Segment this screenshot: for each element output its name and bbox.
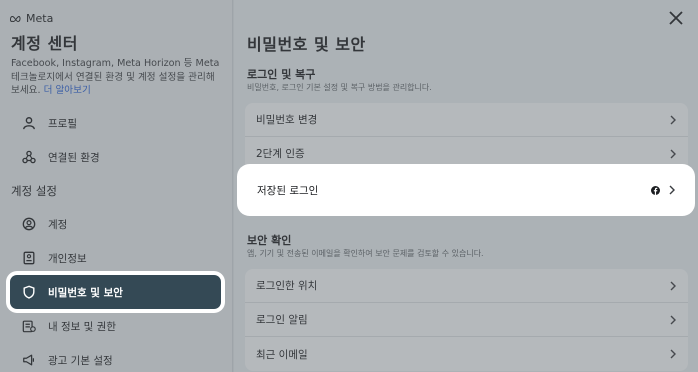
info-icon — [22, 320, 36, 333]
page-title: 비밀번호 및 보안 — [247, 35, 366, 54]
sidebar-item-ad-preferences[interactable]: 광고 기본 설정 — [10, 343, 221, 372]
security-check-card: 로그인한 위치 로그인 알림 최근 이메일 — [245, 269, 688, 371]
login-recovery-subtitle: 비밀번호, 로그인 기본 설정 및 복구 방법을 관리합니다. — [247, 83, 432, 92]
sidebar-item-account[interactable]: 계정 — [10, 207, 221, 241]
row-label: 로그인한 위치 — [256, 280, 318, 292]
section-label-account-settings: 계정 설정 — [11, 184, 57, 198]
close-icon[interactable] — [669, 11, 683, 25]
sidebar-item-info-permissions[interactable]: 내 정보 및 권한 — [10, 309, 221, 343]
facebook-icon — [651, 185, 660, 195]
login-locations-row[interactable]: 로그인한 위치 — [245, 269, 688, 303]
sidebar-description-text: Facebook, Instagram, Meta Horizon 등 Meta… — [11, 58, 220, 96]
sidebar-item-label: 광고 기본 설정 — [48, 354, 113, 367]
two-factor-row[interactable]: 2단계 인증 — [245, 137, 688, 171]
sidebar-item-password-security[interactable]: 비밀번호 및 보안 — [10, 275, 221, 309]
security-check-title: 보안 확인 — [247, 234, 292, 247]
shield-icon — [23, 285, 35, 299]
chevron-right-icon — [670, 115, 676, 124]
chevron-right-icon — [670, 281, 676, 290]
security-check-subtitle: 앱, 기기 및 전송된 이메일을 확인하여 보안 문제를 검토할 수 있습니다. — [247, 249, 484, 258]
row-label: 2단계 인증 — [256, 148, 305, 160]
sidebar-item-label: 프로필 — [48, 117, 77, 130]
person-icon — [23, 117, 35, 130]
learn-more-link[interactable]: 더 알아보기 — [44, 85, 91, 96]
sidebar-item-profile[interactable]: 프로필 — [10, 106, 221, 140]
sidebar-item-personal-info[interactable]: 개인정보 — [10, 241, 221, 275]
sidebar-item-label: 내 정보 및 권한 — [48, 320, 116, 333]
account-icon — [22, 217, 36, 231]
login-recovery-title: 로그인 및 복구 — [247, 68, 316, 81]
sidebar-item-label: 연결된 환경 — [48, 151, 100, 164]
chevron-right-icon — [670, 315, 676, 324]
sidebar-item-label: 비밀번호 및 보안 — [48, 286, 123, 299]
id-card-icon — [23, 251, 35, 265]
meta-logo-icon — [10, 15, 21, 22]
row-label: 저장된 로그인 — [257, 184, 319, 197]
row-label: 비밀번호 변경 — [256, 114, 318, 126]
megaphone-icon — [23, 354, 34, 366]
chevron-right-icon — [669, 185, 675, 195]
sidebar-item-connected[interactable]: 연결된 환경 — [10, 140, 221, 174]
sidebar-item-label: 개인정보 — [48, 252, 87, 265]
sidebar-item-label: 계정 — [48, 218, 68, 231]
meta-logo: Meta — [10, 12, 53, 25]
sidebar-title: 계정 센터 — [11, 34, 78, 53]
meta-logo-text: Meta — [26, 12, 54, 25]
recent-emails-row[interactable]: 최근 이메일 — [245, 337, 688, 371]
saved-login-row[interactable]: 저장된 로그인 — [245, 172, 687, 208]
row-label: 로그인 알림 — [256, 314, 308, 326]
sidebar: Meta 계정 센터 Facebook, Instagram, Meta Hor… — [0, 0, 233, 372]
change-password-row[interactable]: 비밀번호 변경 — [245, 103, 688, 137]
row-label: 최근 이메일 — [256, 348, 308, 361]
sidebar-description: Facebook, Instagram, Meta Horizon 등 Meta… — [11, 57, 223, 98]
connected-icon — [22, 150, 36, 164]
login-alerts-row[interactable]: 로그인 알림 — [245, 303, 688, 337]
chevron-right-icon — [670, 149, 676, 158]
chevron-right-icon — [670, 349, 676, 359]
